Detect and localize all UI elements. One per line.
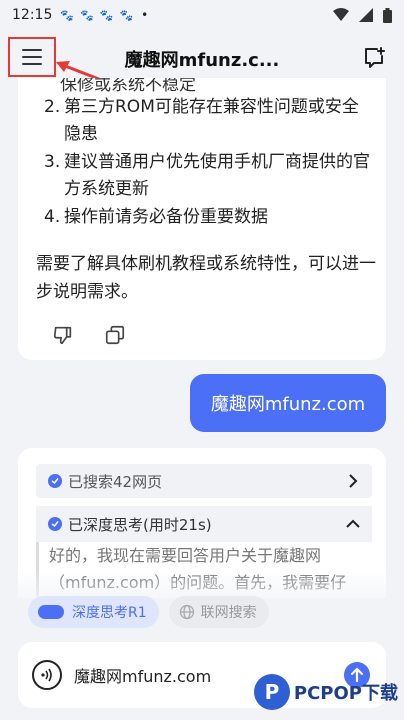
- web-search-toggle[interactable]: 联网搜索: [168, 596, 269, 628]
- status-bar: 12:15 🐾 🐾 🐾 🐾 •: [0, 0, 404, 30]
- globe-icon: [179, 604, 194, 620]
- pcpop-logo: P: [253, 674, 290, 710]
- status-time: 12:15: [12, 7, 53, 23]
- list-item: 4. 操作前请务必备份重要数据: [44, 207, 268, 227]
- pcpop-watermark: P PCPOP下载: [253, 674, 398, 710]
- deep-think-icon: [38, 605, 64, 619]
- battery-icon: [383, 7, 392, 23]
- chevron-right-icon: [349, 474, 358, 488]
- list-item: 2. 第三方ROM可能存在兼容性问题或安全隐患: [44, 97, 359, 144]
- deep-think-toggle[interactable]: 深度思考R1: [28, 596, 159, 628]
- mode-chips: 深度思考R1 联网搜索: [28, 596, 269, 628]
- paw-notification-icon: 🐾: [119, 8, 134, 22]
- paw-notification-icon: 🐾: [80, 8, 94, 22]
- answer-list: 2. 第三方ROM可能存在兼容性问题或安全隐患 3. 建议普通用户优先使用手机厂…: [44, 94, 374, 232]
- list-item: 3. 建议普通用户优先使用手机厂商提供的官方系统更新: [44, 152, 370, 199]
- pcpop-text: PCPOP下载: [293, 683, 398, 704]
- more-notifications-dot: •: [141, 8, 149, 22]
- wifi-icon: [333, 8, 349, 21]
- new-chat-icon[interactable]: [362, 46, 386, 70]
- searched-pages-label: 已搜索42网页: [68, 472, 163, 491]
- answer-partial-line: 保修或系统不稳定: [60, 78, 196, 95]
- message-input-text[interactable]: 魔趣网mfunz.com: [74, 663, 211, 687]
- status-icons: [333, 7, 392, 23]
- searched-pages-row[interactable]: 已搜索42网页: [36, 464, 372, 498]
- paw-notification-icon: 🐾: [60, 8, 75, 22]
- paw-notification-icon: 🐾: [99, 8, 114, 22]
- deep-thinking-label: 已深度思考(用时21s): [68, 515, 212, 534]
- chevron-up-icon: [346, 519, 360, 528]
- thumbs-down-icon[interactable]: [52, 324, 74, 346]
- check-icon: [48, 517, 62, 531]
- answer-actions: [52, 324, 126, 346]
- answer-paragraph: 需要了解具体刷机教程或系统特性，可以进一步说明需求。: [36, 254, 376, 302]
- assistant-answer-card: 保修或系统不稳定 2. 第三方ROM可能存在兼容性问题或安全隐患 3. 建议普通…: [18, 78, 386, 360]
- copy-icon[interactable]: [104, 324, 126, 346]
- check-icon: [48, 474, 62, 488]
- user-message-bubble: 魔趣网mfunz.com: [190, 374, 386, 432]
- voice-input-icon[interactable]: [32, 660, 62, 690]
- signal-icon: [359, 8, 373, 22]
- deep-thinking-row[interactable]: 已深度思考(用时21s): [36, 506, 372, 542]
